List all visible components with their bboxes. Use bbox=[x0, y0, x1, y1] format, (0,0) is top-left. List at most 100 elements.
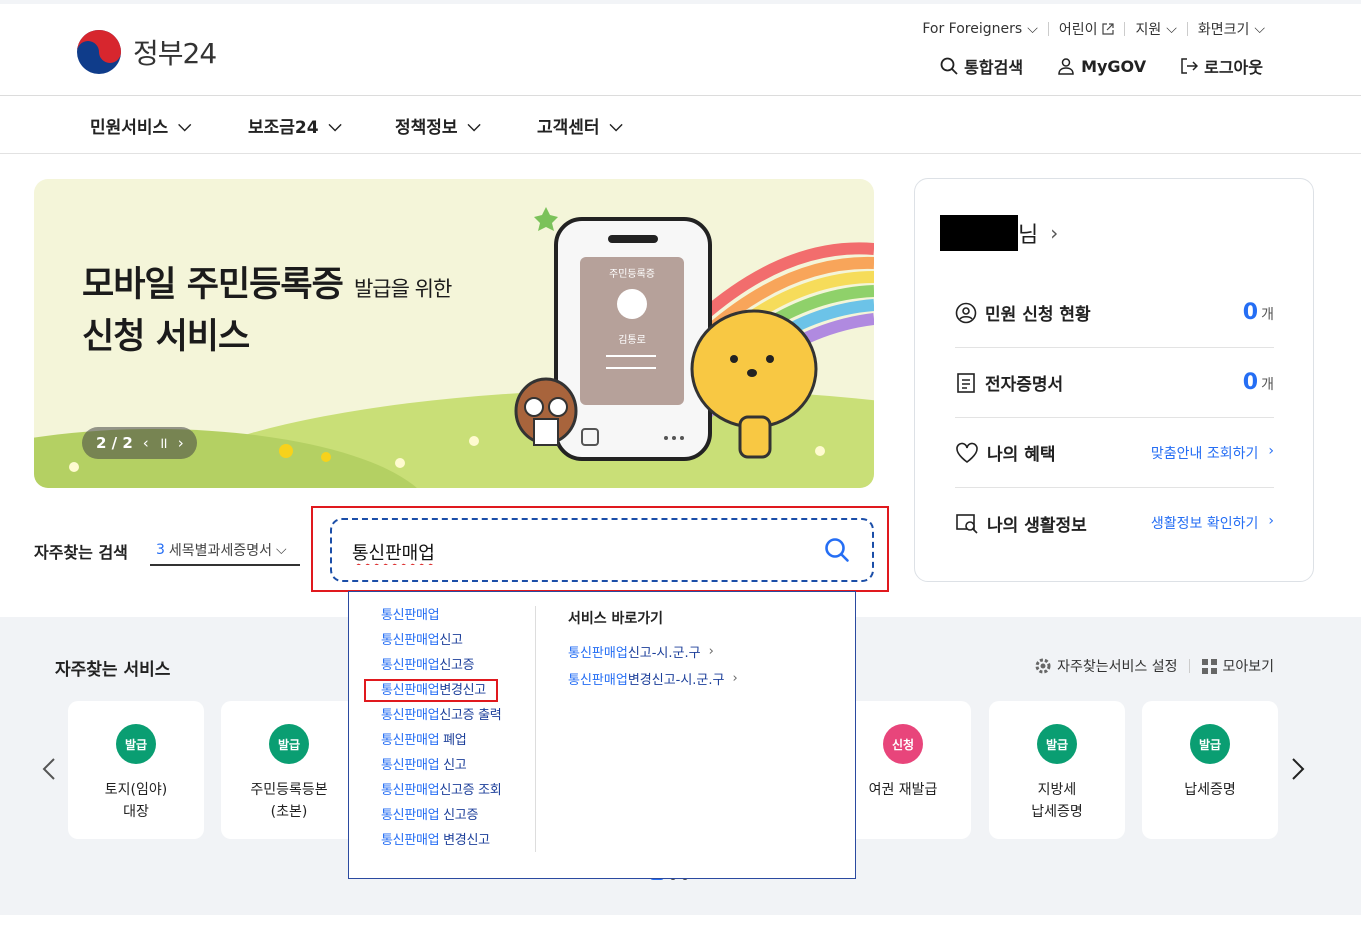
person-circle-icon bbox=[955, 302, 977, 323]
rest-text: 신고 bbox=[439, 633, 463, 648]
view-all-label: 모아보기 bbox=[1222, 659, 1274, 675]
card-title-line2: 납세증명 bbox=[1031, 804, 1083, 820]
service-card-local-tax-certificate[interactable]: 발급 지방세 납세증명 bbox=[989, 701, 1125, 839]
divider bbox=[1047, 22, 1049, 36]
service-card-land-register[interactable]: 발급 토지(임야) 대장 bbox=[68, 701, 204, 839]
banner-counter: 2 / 2 bbox=[96, 434, 133, 452]
logout-icon bbox=[1181, 58, 1199, 74]
rest-text: 신고 bbox=[439, 758, 467, 773]
view-all-button[interactable]: 모아보기 bbox=[1202, 656, 1274, 676]
divider bbox=[535, 606, 536, 852]
divider bbox=[1189, 659, 1191, 673]
heart-icon bbox=[956, 442, 978, 463]
next-services-button[interactable] bbox=[1291, 757, 1305, 785]
suggestion-item[interactable]: 통신판매업 신고 bbox=[381, 756, 536, 781]
phone-card-name: 김통로 bbox=[618, 335, 646, 346]
mygov-button[interactable]: MyGOV bbox=[1057, 54, 1146, 78]
screen-size-menu[interactable]: 화면크기 ⌵ bbox=[1198, 19, 1265, 39]
shortcut-link[interactable]: 통신판매업신고-시.군.구 › bbox=[568, 638, 738, 665]
settings-button[interactable]: 자주찾는서비스 설정 bbox=[1034, 656, 1177, 676]
shortcut-link[interactable]: 통신판매업변경신고-시.군.구 › bbox=[568, 665, 738, 692]
chevron-right-icon: › bbox=[1050, 221, 1059, 245]
chevron-down-icon: ⌵ bbox=[275, 542, 287, 558]
nav-policy-info[interactable]: 정책정보 ⌵ bbox=[395, 113, 481, 139]
apply-badge: 신청 bbox=[883, 724, 923, 764]
frequent-search-label: 자주찾는 검색 bbox=[34, 543, 128, 562]
gear-icon bbox=[1035, 658, 1051, 674]
issue-badge: 발급 bbox=[1190, 724, 1230, 764]
card-title: 지방세 납세증명 bbox=[989, 779, 1125, 823]
logo[interactable]: 정부24 bbox=[75, 28, 217, 76]
e-certificate-row[interactable]: 전자증명서 0개 bbox=[955, 348, 1274, 418]
nav-civil-services[interactable]: 민원서비스 ⌵ bbox=[90, 113, 192, 139]
frequent-search-text: 세목별과세증명서 bbox=[168, 543, 272, 559]
main-banner[interactable]: 모바일 주민등록증 발급을 위한 신청 서비스 주민등록증 김통로 2 / 2 … bbox=[34, 179, 874, 488]
suggestion-item[interactable]: 통신판매업신고 bbox=[381, 631, 536, 656]
rest-text: 변경신고-시.군.구 bbox=[627, 673, 725, 688]
frequent-search-dropdown[interactable]: 3 세목별과세증명서 ⌵ bbox=[150, 536, 300, 566]
user-name-link[interactable]: 님 › bbox=[940, 215, 1058, 251]
card-title-line1: 납세증명 bbox=[1184, 782, 1236, 798]
suggestion-item[interactable]: 통신판매업 변경신고 bbox=[381, 831, 536, 856]
banner-title-line1: 모바일 주민등록증 bbox=[82, 265, 344, 305]
suggestion-item[interactable]: 통신판매업 신고증 bbox=[381, 806, 536, 831]
suggestion-item[interactable]: 통신판매업신고증 bbox=[381, 656, 536, 681]
next-slide-button[interactable]: › bbox=[178, 434, 184, 452]
chevron-down-icon: ⌵ bbox=[1254, 21, 1265, 37]
match-text: 통신판매업 bbox=[381, 808, 440, 823]
support-menu[interactable]: 지원 ⌵ bbox=[1135, 19, 1176, 39]
civil-application-status-row[interactable]: 민원 신청 현황 0개 bbox=[955, 278, 1274, 348]
pause-button[interactable]: ॥ bbox=[159, 433, 168, 453]
search-button[interactable] bbox=[824, 537, 850, 567]
phone-card-label: 주민등록증 bbox=[609, 269, 655, 280]
external-link-icon bbox=[1102, 23, 1115, 35]
suggestion-item[interactable]: 통신판매업 bbox=[381, 606, 536, 631]
service-card-tax-certificate[interactable]: 발급 납세증명 bbox=[1142, 701, 1278, 839]
integrated-search-button[interactable]: 통합검색 bbox=[940, 54, 1023, 78]
autocomplete-dropdown: 통신판매업 통신판매업신고 통신판매업신고증 통신판매업변경신고 통신판매업신고… bbox=[348, 591, 856, 879]
name-suffix: 님 bbox=[1018, 223, 1039, 248]
settings-label: 자주찾는서비스 설정 bbox=[1057, 659, 1178, 675]
user-panel: 님 › 민원 신청 현황 0개 전자증명서 0개 나의 혜택 맞춤안내 조회하기… bbox=[914, 178, 1314, 582]
global-actions: 통합검색 MyGOV 로그아웃 bbox=[940, 54, 1263, 78]
my-benefits-row[interactable]: 나의 혜택 맞춤안내 조회하기 › bbox=[955, 418, 1274, 488]
life-info-row[interactable]: 나의 생활정보 생활정보 확인하기 › bbox=[955, 488, 1274, 558]
frequent-services-title: 자주찾는 서비스 bbox=[55, 660, 171, 680]
search-input[interactable] bbox=[352, 538, 792, 566]
screen-size-label: 화면크기 bbox=[1197, 22, 1250, 38]
match-text: 통신판매업 bbox=[381, 608, 440, 623]
suggestion-item[interactable]: 통신판매업신고증 조회 bbox=[381, 781, 536, 806]
prev-services-button[interactable] bbox=[42, 757, 56, 785]
prev-slide-button[interactable]: ‹ bbox=[143, 434, 149, 452]
chevron-down-icon: ⌵ bbox=[1027, 21, 1038, 37]
nav-customer-center[interactable]: 고객센터 ⌵ bbox=[537, 113, 623, 139]
search-box bbox=[330, 518, 874, 582]
row-label: 전자증명서 bbox=[985, 375, 1064, 395]
benefits-link[interactable]: 맞춤안내 조회하기 › bbox=[1151, 443, 1274, 463]
unit: 개 bbox=[1261, 377, 1274, 393]
mygov-label: MyGOV bbox=[1081, 56, 1147, 76]
logout-button[interactable]: 로그아웃 bbox=[1180, 54, 1263, 78]
chevron-down-icon: ⌵ bbox=[1166, 21, 1177, 37]
chevron-down-icon: ⌵ bbox=[467, 115, 481, 136]
card-title-line1: 주민등록등본 bbox=[250, 782, 328, 798]
nav-subsidy24[interactable]: 보조금24 ⌵ bbox=[248, 113, 342, 139]
kids-link[interactable]: 어린이 bbox=[1059, 19, 1115, 39]
chevron-down-icon: ⌵ bbox=[178, 115, 192, 136]
match-text: 통신판매업 bbox=[568, 646, 628, 661]
rest-text: 폐업 bbox=[439, 733, 467, 748]
taegeuk-logo-icon bbox=[77, 30, 121, 74]
service-card-resident-register[interactable]: 발급 주민등록등본 (초본) bbox=[221, 701, 357, 839]
suggestion-item[interactable]: 통신판매업신고증 출력 bbox=[381, 706, 536, 731]
unit: 개 bbox=[1261, 307, 1274, 323]
for-foreigners-menu[interactable]: For Foreigners ⌵ bbox=[922, 21, 1037, 37]
suggestion-item[interactable]: 통신판매업 폐업 bbox=[381, 731, 536, 756]
match-text: 통신판매업 bbox=[381, 658, 440, 673]
match-text: 통신판매업 bbox=[381, 633, 440, 648]
frequent-search-rank: 3 bbox=[156, 542, 165, 558]
life-info-link[interactable]: 생활정보 확인하기 › bbox=[1151, 513, 1274, 533]
chevron-down-icon: ⌵ bbox=[609, 115, 623, 136]
site-header: 정부24 For Foreigners ⌵ 어린이 지원 ⌵ 화면크기 ⌵ 통합검색 … bbox=[0, 4, 1361, 96]
nav-label: 고객센터 bbox=[537, 118, 600, 138]
chevron-down-icon: ⌵ bbox=[328, 115, 342, 136]
